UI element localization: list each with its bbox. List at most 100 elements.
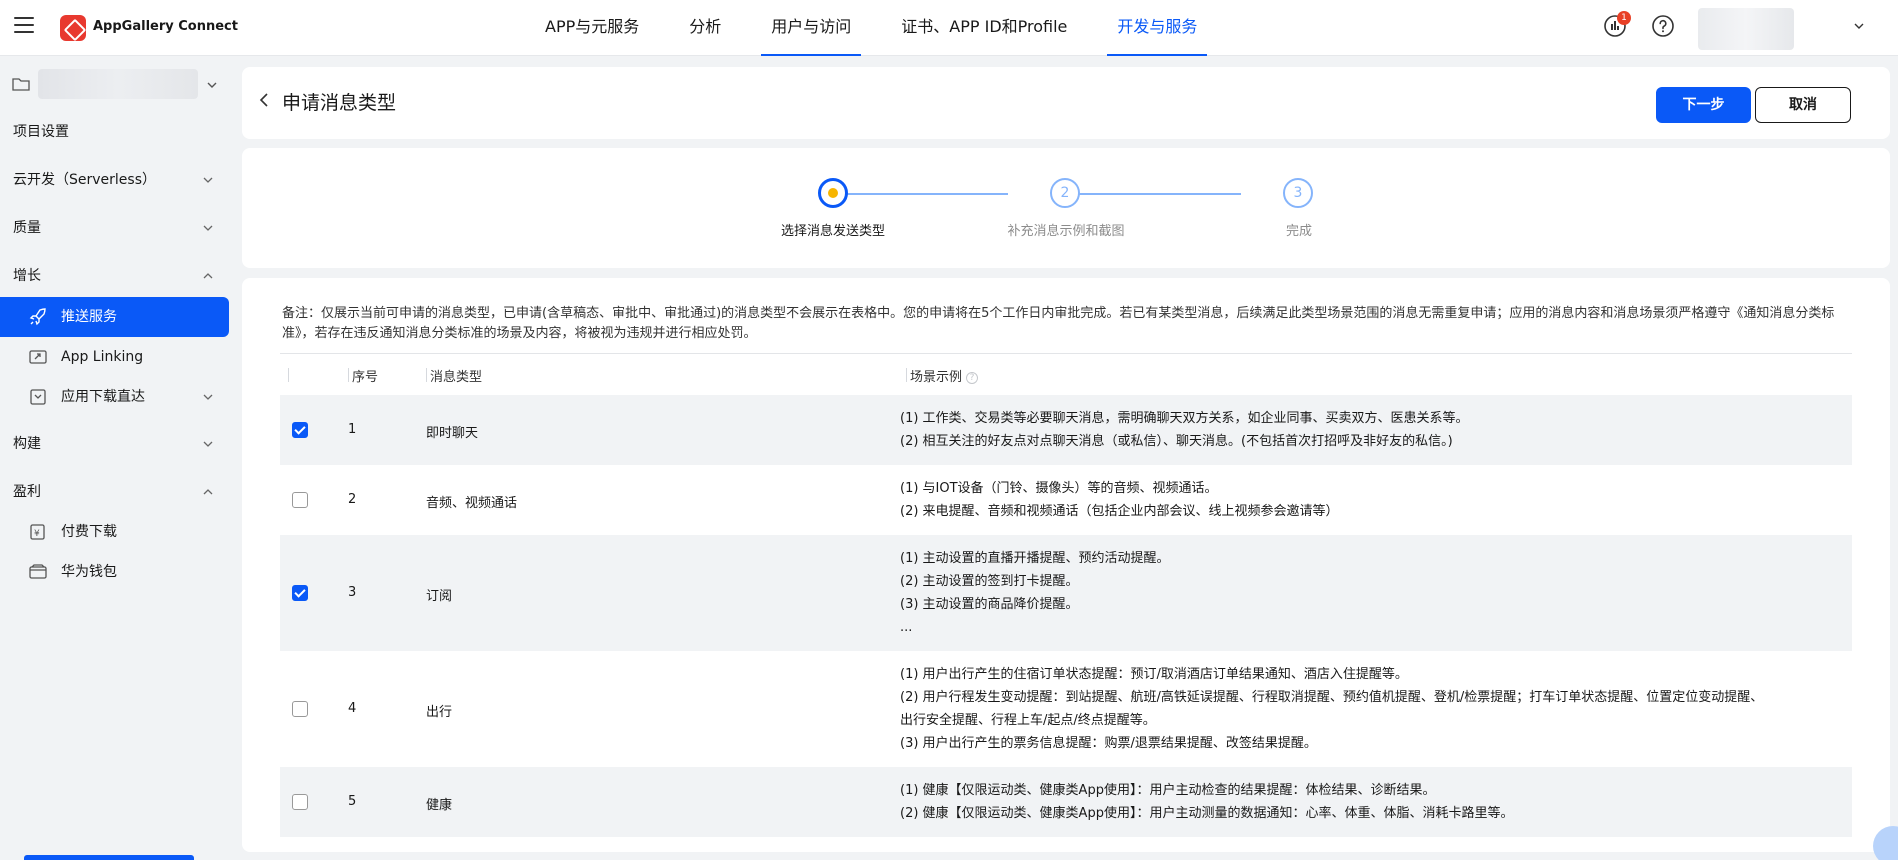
sidebar-item-app-download[interactable]: 应用下载直达 bbox=[0, 377, 229, 417]
step-connector bbox=[1068, 193, 1241, 195]
sidebar-item-project-settings[interactable]: 项目设置 bbox=[0, 112, 236, 152]
row-message-type: 音频、视频通话 bbox=[426, 496, 518, 511]
help-icon[interactable] bbox=[1651, 14, 1675, 38]
notification-badge: 1 bbox=[1617, 11, 1631, 25]
step-3-label: 完成 bbox=[1285, 224, 1313, 239]
row-message-type: 出行 bbox=[426, 705, 453, 720]
row-scene-examples: (1) 与IOT设备（门铃、摄像头）等的音频、视频通话。 (2) 来电提醒、音频… bbox=[900, 477, 1840, 523]
column-separator bbox=[906, 368, 907, 382]
project-name bbox=[38, 69, 198, 99]
top-nav: APP与元服务 分析 用户与访问 证书、APP ID和Profile 开发与服务 bbox=[545, 0, 1247, 56]
scene-line: (1) 主动设置的直播开播提醒、预约活动提醒。 bbox=[900, 551, 1170, 566]
table-divider bbox=[280, 353, 1852, 354]
scene-line: (2) 来电提醒、音频和视频通话（包括企业内部会议、线上视频参会邀请等） bbox=[900, 504, 1339, 519]
wallet-icon bbox=[29, 564, 47, 579]
row-number: 3 bbox=[348, 585, 357, 600]
sidebar-item-label: 应用下载直达 bbox=[61, 389, 145, 405]
step-connector bbox=[835, 193, 1008, 195]
nav-item-users-access[interactable]: 用户与访问 bbox=[761, 0, 862, 56]
scene-line: (2) 主动设置的签到打卡提醒。 bbox=[900, 574, 1079, 589]
sidebar-item-label: 付费下载 bbox=[61, 524, 117, 540]
scene-line: 出行安全提醒、行程上车/起点/终点提醒等。 bbox=[900, 713, 1156, 728]
sidebar-item-push-service[interactable]: 推送服务 bbox=[0, 297, 229, 337]
row-number: 2 bbox=[348, 492, 357, 507]
cancel-button[interactable]: 取消 bbox=[1755, 87, 1851, 123]
nav-item-certificates[interactable]: 证书、APP ID和Profile bbox=[901, 0, 1067, 56]
chevron-down-icon bbox=[203, 441, 213, 447]
download-icon bbox=[30, 389, 46, 405]
chevron-down-icon[interactable] bbox=[1853, 20, 1865, 32]
appgallery-logo[interactable] bbox=[60, 15, 86, 41]
page-title: 申请消息类型 bbox=[282, 92, 397, 114]
sidebar-item-paid-download[interactable]: ¥ 付费下载 bbox=[0, 512, 229, 552]
sidebar-item-label: 推送服务 bbox=[61, 309, 117, 325]
sidebar-item-huawei-wallet[interactable]: 华为钱包 bbox=[0, 552, 229, 592]
svg-text:¥: ¥ bbox=[34, 529, 40, 539]
chevron-down-icon bbox=[203, 394, 213, 400]
nav-item-develop-services[interactable]: 开发与服务 bbox=[1107, 0, 1208, 56]
steps-card: 2 3 选择消息发送类型 补充消息示例和截图 完成 bbox=[242, 148, 1890, 268]
row-scene-examples: (1) 工作类、交易类等必要聊天消息，需明确聊天双方关系，如企业同事、买卖双方、… bbox=[900, 407, 1840, 453]
row-number: 5 bbox=[348, 794, 357, 809]
column-header-scene-label: 场景示例 bbox=[910, 370, 963, 385]
notice-text: 备注：仅展示当前可申请的消息类型，已申请(含草稿态、审批中、审批通过)的消息类型… bbox=[282, 306, 1835, 341]
sidebar-item-label: 增长 bbox=[13, 268, 41, 284]
scene-line: (3) 用户出行产生的票务信息提醒：购票/退票结果提醒、改签结果提醒。 bbox=[900, 736, 1317, 751]
row-scene-examples: (1) 主动设置的直播开播提醒、预约活动提醒。 (2) 主动设置的签到打卡提醒。… bbox=[900, 547, 1840, 639]
sidebar-item-label: App Linking bbox=[61, 349, 144, 365]
sidebar-item-label: 项目设置 bbox=[13, 124, 69, 140]
nav-item-apps[interactable]: APP与元服务 bbox=[545, 0, 639, 56]
column-separator bbox=[348, 368, 349, 382]
sidebar-item-label: 质量 bbox=[13, 220, 41, 236]
column-separator bbox=[426, 368, 427, 382]
column-separator bbox=[288, 368, 289, 382]
sidebar-item-quality[interactable]: 质量 bbox=[0, 208, 236, 248]
scene-line: ... bbox=[900, 620, 913, 635]
scene-line: (2) 健康【仅限运动类、健康类App使用】：用户主动测量的数据通知：心率、体重… bbox=[900, 806, 1514, 821]
next-step-button[interactable]: 下一步 bbox=[1656, 87, 1751, 123]
step-2-indicator: 2 bbox=[1050, 178, 1080, 208]
step-1-indicator bbox=[818, 178, 848, 208]
sidebar-item-build[interactable]: 构建 bbox=[0, 424, 236, 464]
brand-name[interactable]: AppGallery Connect bbox=[93, 19, 238, 34]
table-row: 4 出行 (1) 用户出行产生的住宿订单状态提醒：预订/取消酒店订单结果通知、酒… bbox=[280, 651, 1852, 767]
row-message-type: 即时聊天 bbox=[426, 426, 479, 441]
message-type-table-card: 备注：仅展示当前可申请的消息类型，已申请(含草稿态、审批中、审批通过)的消息类型… bbox=[242, 278, 1890, 852]
row-message-type: 健康 bbox=[426, 798, 453, 813]
scene-line: (1) 与IOT设备（门铃、摄像头）等的音频、视频通话。 bbox=[900, 481, 1218, 496]
chevron-down-icon bbox=[207, 82, 217, 88]
info-icon[interactable]: ? bbox=[966, 372, 979, 384]
step-1-label: 选择消息发送类型 bbox=[780, 224, 886, 239]
row-checkbox[interactable] bbox=[292, 492, 308, 508]
paid-download-icon: ¥ bbox=[30, 524, 45, 540]
row-number: 1 bbox=[348, 422, 357, 437]
row-scene-examples: (1) 用户出行产生的住宿订单状态提醒：预订/取消酒店订单结果通知、酒店入住提醒… bbox=[900, 663, 1840, 755]
sidebar-item-label: 构建 bbox=[13, 436, 41, 452]
menu-icon[interactable] bbox=[14, 17, 34, 33]
sidebar-item-serverless[interactable]: 云开发（Serverless） bbox=[0, 160, 236, 200]
chevron-down-icon bbox=[203, 177, 213, 183]
row-checkbox[interactable] bbox=[292, 701, 308, 717]
back-arrow-icon[interactable] bbox=[257, 92, 273, 108]
sidebar-item-growth[interactable]: 增长 bbox=[0, 256, 236, 296]
row-checkbox[interactable] bbox=[292, 794, 308, 810]
scene-line: (1) 健康【仅限运动类、健康类App使用】：用户主动检查的结果提醒：体检结果、… bbox=[900, 783, 1436, 798]
chevron-up-icon bbox=[203, 489, 213, 495]
step-3-indicator: 3 bbox=[1283, 178, 1313, 208]
page-header: 申请消息类型 下一步 取消 bbox=[242, 67, 1890, 139]
step-2-label: 补充消息示例和截图 bbox=[1007, 224, 1125, 239]
row-checkbox[interactable] bbox=[292, 422, 308, 438]
sidebar-item-label: 华为钱包 bbox=[61, 564, 117, 580]
project-selector[interactable] bbox=[12, 69, 224, 101]
scene-line: (3) 主动设置的商品降价提醒。 bbox=[900, 597, 1079, 612]
nav-item-analytics[interactable]: 分析 bbox=[689, 0, 721, 56]
sidebar-bottom-button[interactable] bbox=[24, 855, 194, 860]
folder-icon bbox=[12, 78, 30, 91]
account-avatar[interactable] bbox=[1698, 8, 1794, 50]
table-row: 1 即时聊天 (1) 工作类、交易类等必要聊天消息，需明确聊天双方关系，如企业同… bbox=[280, 395, 1852, 465]
sidebar-item-monetize[interactable]: 盈利 bbox=[0, 472, 236, 512]
table-row: 3 订阅 (1) 主动设置的直播开播提醒、预约活动提醒。 (2) 主动设置的签到… bbox=[280, 535, 1852, 651]
row-checkbox[interactable] bbox=[292, 585, 308, 601]
rocket-icon bbox=[29, 308, 46, 326]
sidebar-item-app-linking[interactable]: App Linking bbox=[0, 337, 229, 377]
